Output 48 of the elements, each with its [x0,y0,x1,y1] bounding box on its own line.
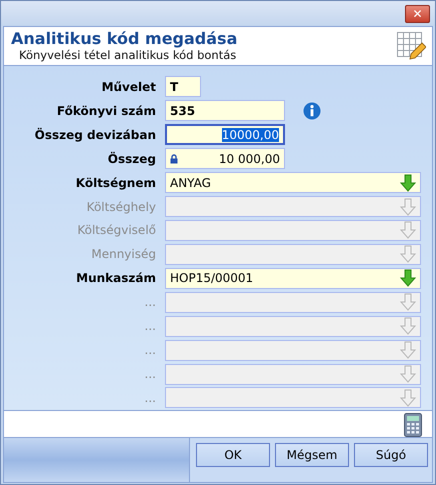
grid-pencil-icon [396,31,426,61]
field-label: ... [144,319,156,334]
field-label: ... [144,367,156,382]
down-arrow-icon[interactable] [400,293,416,312]
field-label: ... [144,295,156,310]
lookup-field[interactable] [165,316,421,337]
down-arrow-icon[interactable] [400,221,416,240]
calculator-icon[interactable] [404,413,422,437]
field-label: ... [144,343,156,358]
info-icon[interactable] [303,102,321,120]
input-field[interactable]: T [165,76,201,98]
field-label: Főkönyvi szám [56,104,156,118]
down-arrow-icon[interactable] [400,269,416,288]
amount-field[interactable]: 10000,00 [165,124,285,146]
lookup-field[interactable] [165,220,421,241]
field-label: Összeg devizában [34,128,156,142]
lookup-field[interactable] [165,364,421,385]
input-field[interactable]: 535 [165,100,285,122]
ok-button[interactable]: OK [196,443,270,467]
lock-icon [170,154,178,164]
dialog-subtitle: Könyvelési tétel analitikus kód bontás [18,48,238,63]
field-label: Költségnem [76,176,156,190]
field-label: ... [144,390,156,405]
lookup-field[interactable] [165,244,421,265]
down-arrow-icon[interactable] [400,245,416,264]
down-arrow-icon[interactable] [400,317,416,336]
lookup-field[interactable] [165,196,421,218]
cancel-button[interactable]: Mégsem [275,443,349,467]
field-label: Költséghely [86,200,156,214]
dialog-title: Analitikus kód megadása [11,29,238,48]
field-label: Munkaszám [76,271,156,286]
down-arrow-icon[interactable] [400,388,416,407]
field-label: Költségviselő [77,223,156,238]
close-button[interactable]: ✕ [405,4,430,22]
lookup-field[interactable]: HOP15/00001 [165,268,421,289]
lookup-field[interactable] [165,387,421,408]
down-arrow-icon[interactable] [400,365,416,384]
down-arrow-icon[interactable] [400,174,416,192]
field-label: Mennyiség [91,247,156,262]
help-button[interactable]: Súgó [354,443,428,467]
field-label: Művelet [102,80,156,94]
lookup-field[interactable] [165,292,421,313]
amount-field[interactable]: 10 000,00 [165,148,285,170]
down-arrow-icon[interactable] [400,198,416,216]
lookup-field[interactable]: ANYAG [165,172,421,194]
lookup-field[interactable] [165,340,421,361]
down-arrow-icon[interactable] [400,341,416,360]
field-label: Összeg [108,152,156,166]
